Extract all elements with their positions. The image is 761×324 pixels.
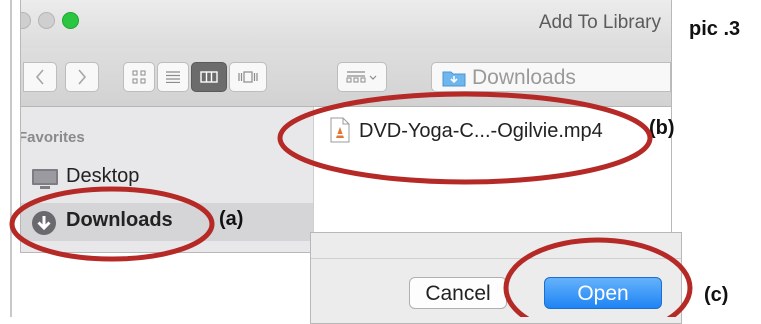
annotation-layer (9, 91, 693, 317)
highlight-ellipse-open (503, 237, 693, 317)
highlight-ellipse-downloads (9, 186, 215, 262)
highlight-ellipse-file (277, 91, 653, 185)
